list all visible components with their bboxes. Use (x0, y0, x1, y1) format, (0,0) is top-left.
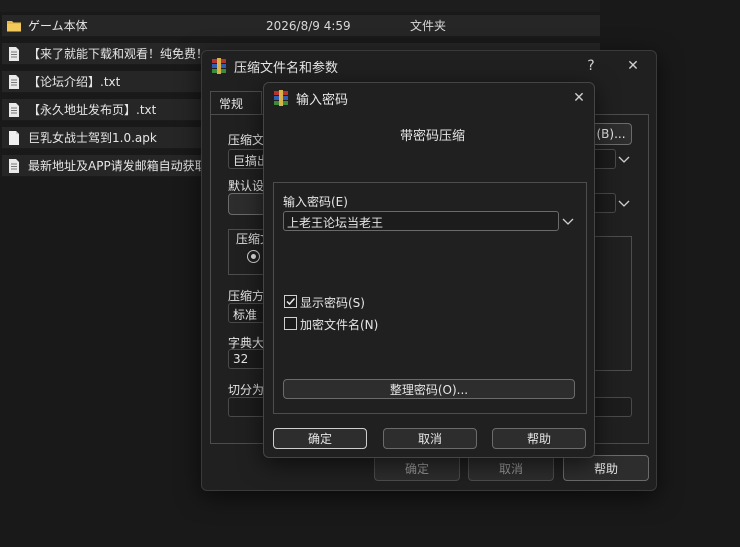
password-ok-button[interactable]: 确定 (273, 428, 367, 449)
archive-cancel-button[interactable]: 取消 (468, 455, 554, 481)
encrypt-names-checkbox[interactable] (284, 317, 297, 330)
split-input[interactable] (228, 397, 268, 417)
password-cancel-label: 取消 (417, 432, 442, 446)
file-name: 巨乳女战士驾到1.0.apk (28, 131, 157, 145)
file-name: 【来了就能下载和观看！纯免费！ (28, 47, 209, 61)
list-item[interactable]: ゲーム本体 2026/8/9 4:59 文件夹 (2, 15, 600, 37)
password-input[interactable]: 上老王论坛当老王 (283, 211, 559, 231)
file-name: ゲーム本体 (28, 19, 88, 33)
password-dialog: 输入密码 ✕ 带密码压缩 输入密码(E) 上老王论坛当老王 显示密码(S) 加密… (263, 82, 595, 458)
archive-help-label: 帮助 (593, 461, 618, 476)
chevron-down-icon[interactable] (560, 213, 576, 229)
winrar-icon (274, 90, 288, 106)
tab-general[interactable]: 常规 (210, 91, 262, 115)
password-label: 输入密码(E) (283, 195, 348, 209)
show-password-checkbox[interactable] (284, 295, 297, 308)
winrar-icon (212, 58, 226, 74)
checkmark-icon (286, 297, 296, 306)
password-help-label: 帮助 (526, 432, 551, 446)
method-value: 标准 (233, 308, 258, 322)
tab-general-label: 常规 (219, 97, 244, 111)
chevron-down-icon[interactable] (616, 195, 632, 211)
password-dialog-title: 输入密码 (296, 92, 349, 108)
password-value: 上老王论坛当老王 (287, 216, 384, 230)
password-cancel-button[interactable]: 取消 (383, 428, 477, 449)
archive-ok-button[interactable]: 确定 (374, 455, 460, 481)
dictionary-value: 32 (233, 352, 249, 366)
file-date: 2026/8/9 4:59 (266, 18, 351, 33)
password-heading: 带密码压缩 (400, 129, 466, 144)
help-question-button[interactable]: ? (580, 55, 602, 77)
method-label: 压缩方 (228, 289, 265, 303)
browse-button-label: (B)... (596, 127, 626, 141)
file-type: 文件夹 (410, 19, 447, 33)
show-password-label[interactable]: 显示密码(S) (300, 294, 365, 311)
close-icon[interactable]: ✕ (568, 87, 590, 109)
text-file-icon (9, 158, 19, 173)
password-ok-label: 确定 (307, 432, 332, 446)
password-help-button[interactable]: 帮助 (492, 428, 586, 449)
archive-dialog-title: 压缩文件名和参数 (234, 60, 339, 76)
close-icon[interactable]: ✕ (622, 55, 644, 77)
password-dialog-titlebar: 输入密码 (264, 83, 594, 113)
file-name: 最新地址及APP请发邮箱自动获取 (28, 159, 207, 173)
archive-help-button[interactable]: 帮助 (563, 455, 649, 481)
list-top-strip (0, 0, 600, 12)
organize-passwords-button[interactable]: 整理密码(O)... (283, 379, 575, 399)
dictionary-select[interactable]: 32 (228, 349, 268, 369)
file-name: 【论坛介绍】.txt (28, 75, 121, 89)
archive-cancel-label: 取消 (498, 461, 523, 476)
archive-name-label: 压缩文 (228, 133, 265, 147)
file-icon (9, 130, 19, 145)
encrypt-names-label[interactable]: 加密文件名(N) (300, 316, 378, 333)
text-file-icon (9, 102, 19, 117)
organize-passwords-label: 整理密码(O)... (389, 382, 469, 397)
split-label: 切分为 (228, 383, 265, 397)
file-name: 【永久地址发布页】.txt (28, 103, 157, 117)
method-select[interactable]: 标准 (228, 303, 268, 323)
format-radio[interactable] (247, 250, 260, 263)
browse-button[interactable]: (B)... (590, 123, 632, 145)
chevron-down-icon[interactable] (616, 151, 632, 167)
folder-icon (7, 20, 21, 31)
text-file-icon (9, 46, 19, 61)
text-file-icon (9, 74, 19, 89)
default-profile-label: 默认设 (228, 179, 265, 193)
archive-ok-label: 确定 (404, 461, 429, 476)
